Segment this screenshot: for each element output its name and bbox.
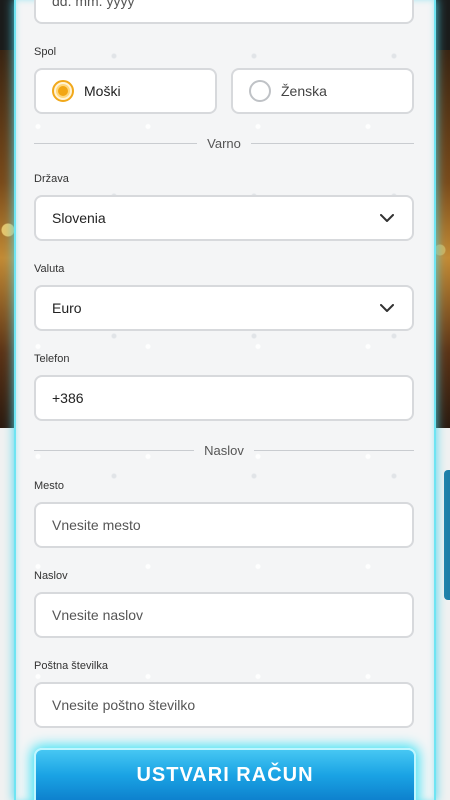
country-value: Slovenia: [52, 210, 106, 226]
section-divider-address: Naslov: [34, 442, 414, 458]
address-label: Naslov: [34, 570, 68, 582]
section-title-secure: Varno: [207, 135, 241, 151]
gender-label: Spol: [34, 46, 57, 58]
city-label: Mesto: [34, 480, 64, 492]
phone-label: Telefon: [34, 353, 70, 365]
radio-selected-icon: [52, 80, 74, 102]
currency-select[interactable]: Euro: [34, 285, 414, 331]
currency-value: Euro: [52, 300, 82, 316]
birthdate-field[interactable]: dd. mm. yyyy: [34, 0, 414, 24]
background-side-tab: [444, 470, 450, 600]
create-account-button-label: USTVARI RAČUN: [136, 764, 314, 786]
chevron-down-icon: [378, 209, 396, 227]
create-account-button[interactable]: USTVARI RAČUN: [34, 748, 416, 800]
address-placeholder: Vnesite naslov: [52, 607, 144, 623]
country-select[interactable]: Slovenia: [34, 195, 414, 241]
section-title-address: Naslov: [204, 442, 244, 458]
section-divider-secure: Varno: [34, 135, 415, 151]
gender-option-female-label: Ženska: [281, 83, 327, 99]
postcode-placeholder: Vnesite poštno številko: [52, 697, 196, 713]
city-input[interactable]: Vnesite mesto: [34, 502, 414, 548]
birthdate-placeholder: dd. mm. yyyy: [52, 0, 135, 9]
radio-unselected-icon: [249, 80, 271, 102]
postcode-label: Poštna številka: [34, 660, 108, 672]
phone-input[interactable]: +386: [34, 375, 414, 421]
gender-option-female[interactable]: Ženska: [231, 68, 414, 114]
chevron-down-icon: [378, 299, 396, 317]
country-label: Država: [34, 173, 69, 185]
gender-option-male[interactable]: Moški: [34, 68, 217, 114]
gender-option-male-label: Moški: [84, 83, 121, 99]
registration-form-panel: dd. mm. yyyy Spol Moški Ženska Varno Drž…: [16, 0, 434, 800]
address-input[interactable]: Vnesite naslov: [34, 592, 414, 638]
currency-label: Valuta: [34, 263, 65, 275]
postcode-input[interactable]: Vnesite poštno številko: [34, 682, 414, 728]
phone-value: +386: [52, 390, 84, 406]
city-placeholder: Vnesite mesto: [52, 517, 141, 533]
